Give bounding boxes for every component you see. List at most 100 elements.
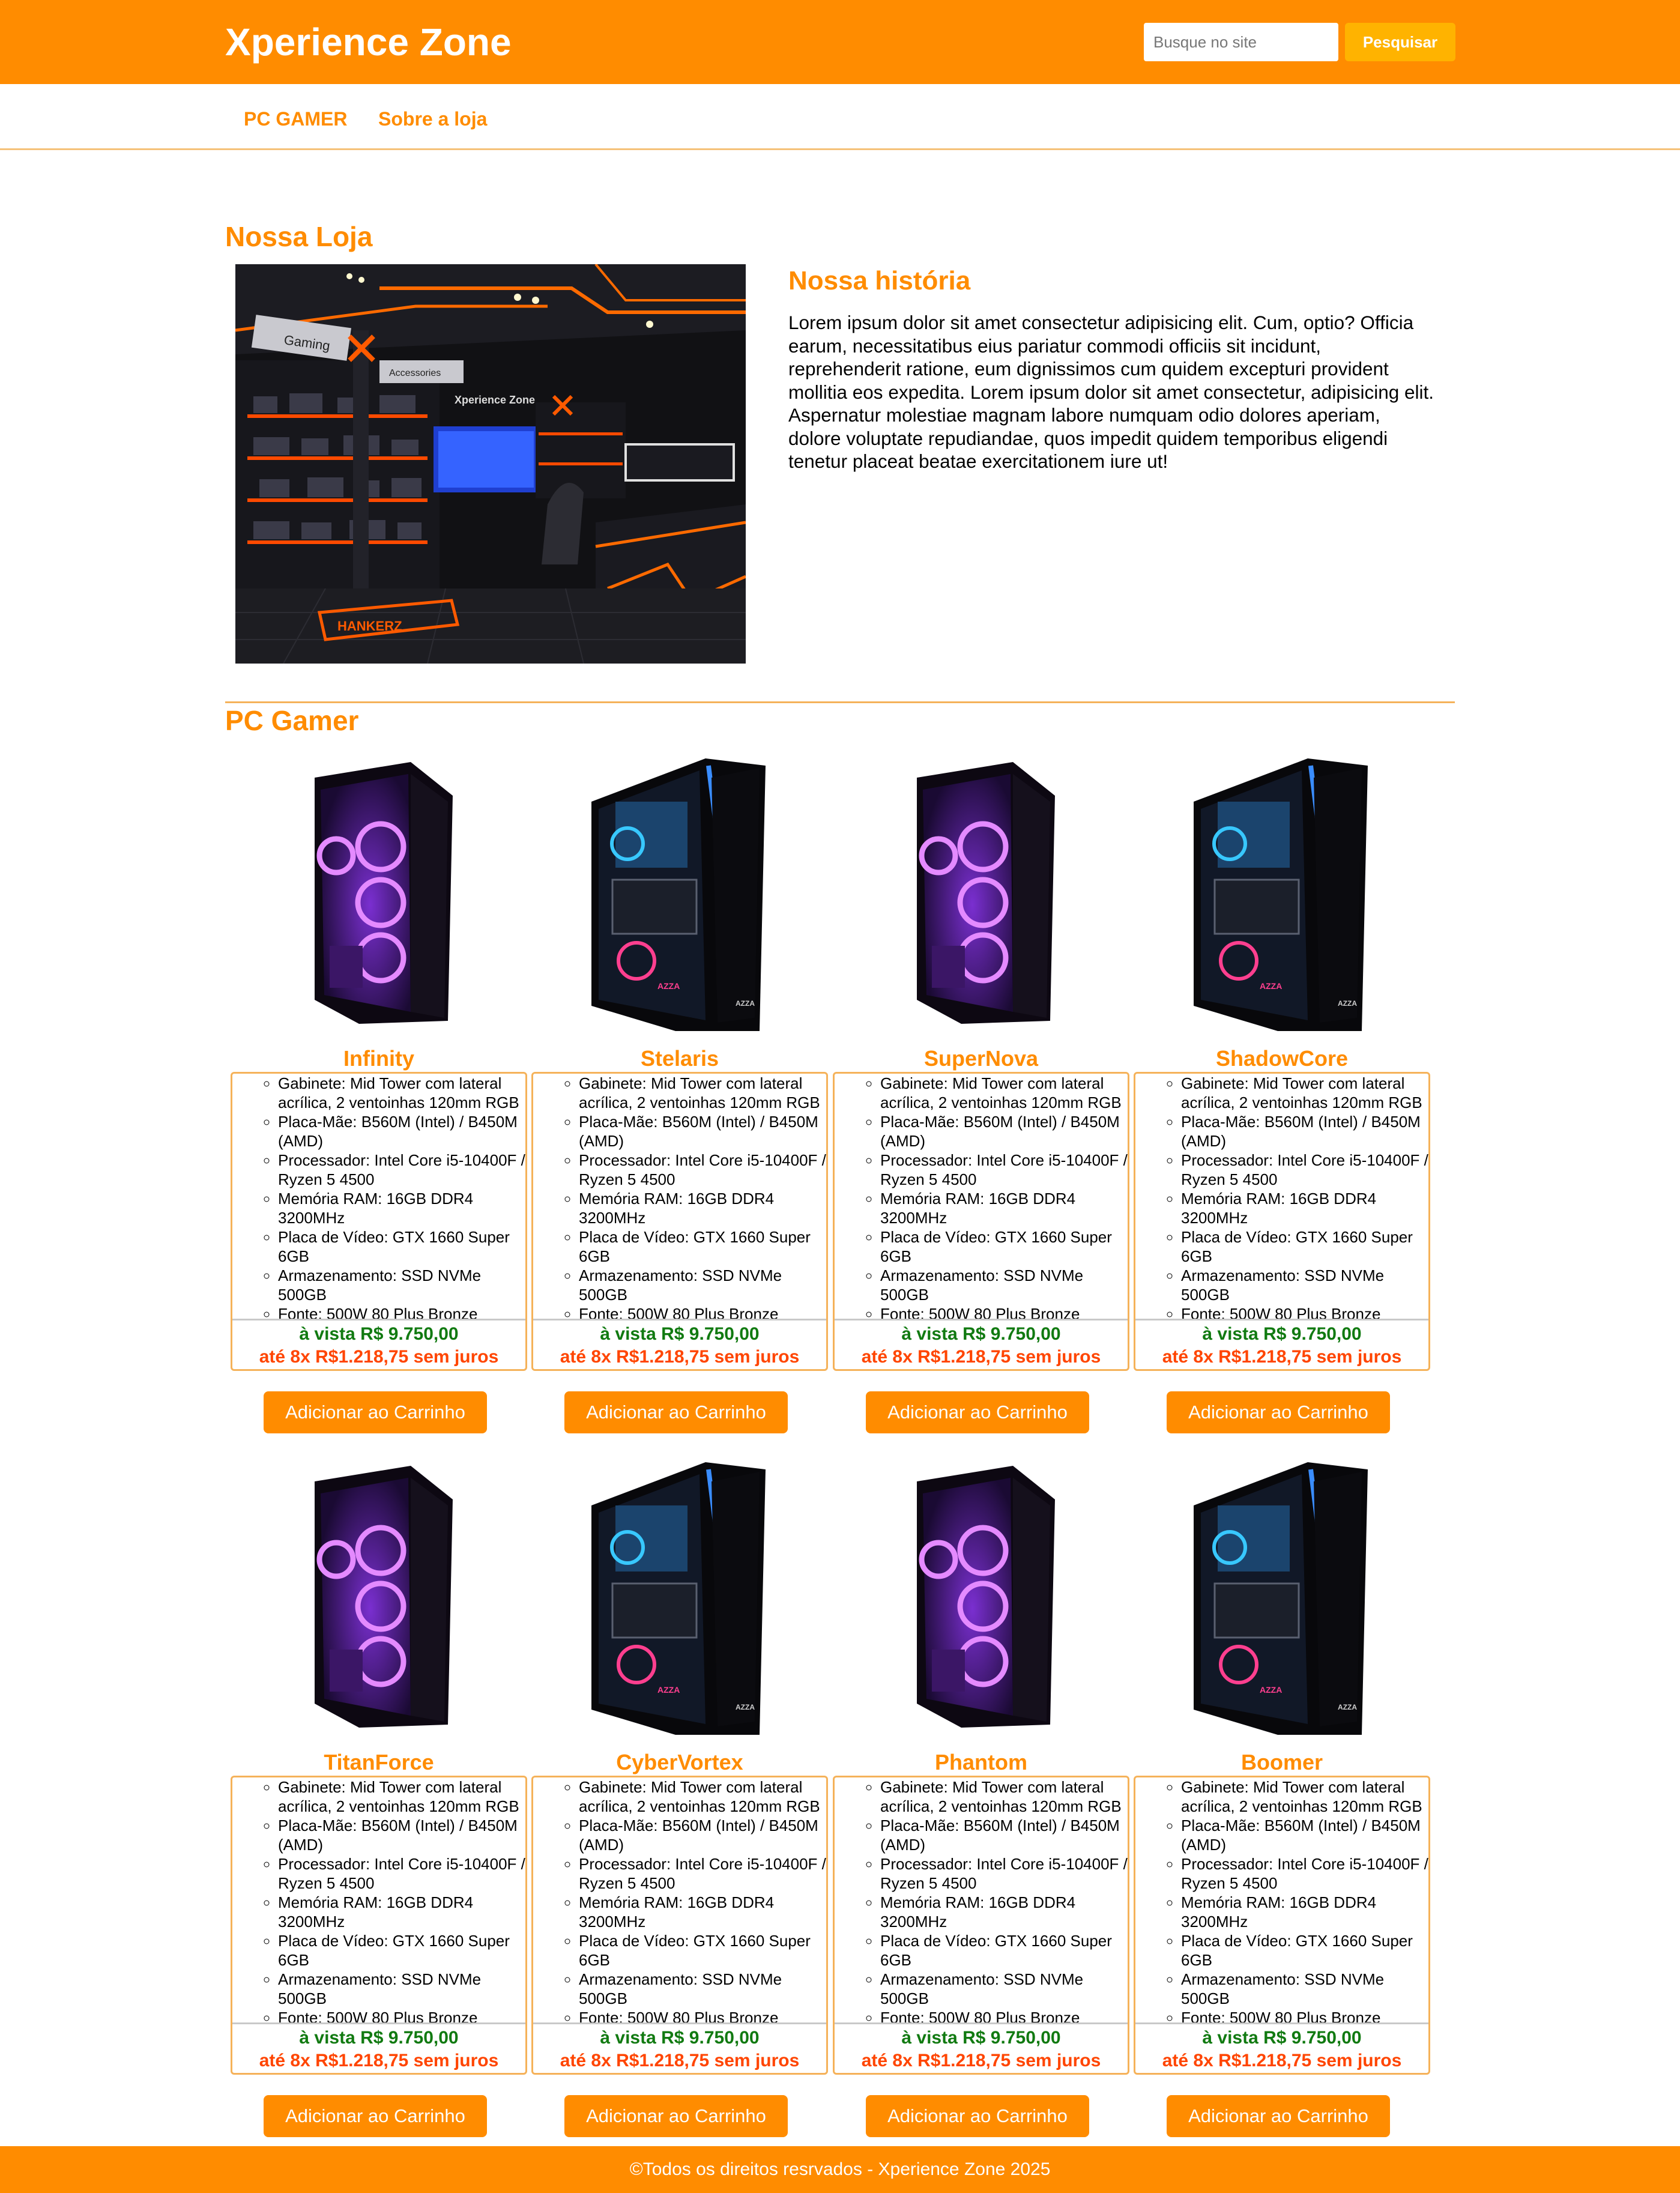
spec-box: Gabinete: Mid Tower com lateral acrílica… [231, 1072, 527, 1371]
site-logo[interactable]: Xperience Zone [225, 18, 512, 66]
product-name[interactable]: SuperNova [833, 1045, 1129, 1072]
search-button[interactable]: Pesquisar [1345, 23, 1455, 61]
product-name[interactable]: ShadowCore [1134, 1045, 1430, 1072]
product-name[interactable]: TitanForce [231, 1749, 527, 1776]
section-divider [225, 701, 1455, 703]
add-to-cart-button[interactable]: Adicionar ao Carrinho [866, 1391, 1089, 1433]
price-area: à vista R$ 9.750,00 até 8x R$1.218,75 sem… [232, 2022, 525, 2073]
product-card: TitanForceGabinete: Mid Tower com latera… [231, 1457, 527, 2142]
sign-wall: Xperience Zone [455, 394, 535, 406]
spec-item: Processador: Intel Core i5-10400F / Ryze… [278, 1151, 525, 1189]
add-to-cart-button[interactable]: Adicionar ao Carrinho [264, 2095, 487, 2137]
spec-item: Processador: Intel Core i5-10400F / Ryze… [1181, 1151, 1428, 1189]
spec-item: Placa de Vídeo: GTX 1660 Super 6GB [880, 1931, 1128, 1970]
product-name[interactable]: Boomer [1134, 1749, 1430, 1776]
spec-box: Gabinete: Mid Tower com lateral acrílica… [1134, 1776, 1430, 2075]
price-cash: à vista R$ 9.750,00 [1202, 2028, 1362, 2048]
case-badge: AZZA [736, 999, 755, 1008]
blue-pc-case-icon: AZZA AZZA [591, 758, 766, 1031]
product-name[interactable]: Phantom [833, 1749, 1129, 1776]
spec-item: Gabinete: Mid Tower com lateral acrílica… [1181, 1074, 1428, 1112]
price-cash: à vista R$ 9.750,00 [299, 2028, 459, 2048]
spec-item: Placa de Vídeo: GTX 1660 Super 6GB [579, 1931, 826, 1970]
case-badge: AZZA [657, 981, 680, 991]
spec-box: Gabinete: Mid Tower com lateral acrílica… [531, 1776, 828, 2075]
spec-item: Placa de Vídeo: GTX 1660 Super 6GB [880, 1227, 1128, 1266]
purple-pc-case-icon [917, 762, 1055, 1024]
spec-item: Armazenamento: SSD NVMe 500GB [278, 1970, 525, 2008]
spec-item: Processador: Intel Core i5-10400F / Ryze… [579, 1151, 826, 1189]
case-badge: AZZA [1260, 981, 1282, 991]
price-area: à vista R$ 9.750,00 até 8x R$1.218,75 sem… [1135, 1319, 1428, 1369]
spec-item: Gabinete: Mid Tower com lateral acrílica… [1181, 1777, 1428, 1816]
price-area: à vista R$ 9.750,00 até 8x R$1.218,75 sem… [232, 1319, 525, 1369]
price-installment: até 8x R$1.218,75 sem juros [861, 2051, 1101, 2070]
spec-list: Gabinete: Mid Tower com lateral acrílica… [835, 1777, 1128, 2022]
purple-pc-case-icon [315, 762, 453, 1024]
spec-item: Fonte: 500W 80 Plus Bronze [880, 1304, 1128, 1319]
product-name[interactable]: CyberVortex [531, 1749, 828, 1776]
nav-link-sobre-a-loja[interactable]: Sobre a loja [378, 107, 487, 131]
search-input[interactable] [1144, 23, 1338, 61]
case-badge: AZZA [1338, 999, 1357, 1008]
product-card: AZZA AZZA BoomerGabinete: Mid Tower com … [1134, 1457, 1430, 2142]
spec-item: Fonte: 500W 80 Plus Bronze [579, 1304, 826, 1319]
spec-item: Placa-Mãe: B560M (Intel) / B450M (AMD) [880, 1112, 1128, 1151]
add-to-cart-button[interactable]: Adicionar ao Carrinho [1167, 1391, 1390, 1433]
add-to-cart-button[interactable]: Adicionar ao Carrinho [264, 1391, 487, 1433]
top-header: Xperience Zone Pesquisar [0, 0, 1680, 84]
spec-box: Gabinete: Mid Tower com lateral acrílica… [531, 1072, 828, 1371]
spec-item: Gabinete: Mid Tower com lateral acrílica… [579, 1074, 826, 1112]
spec-list: Gabinete: Mid Tower com lateral acrílica… [232, 1777, 525, 2022]
price-cash: à vista R$ 9.750,00 [901, 1324, 1061, 1344]
spec-item: Placa de Vídeo: GTX 1660 Super 6GB [1181, 1931, 1428, 1970]
product-card: AZZA AZZA CyberVortexGabinete: Mid Tower… [531, 1457, 828, 2142]
price-area: à vista R$ 9.750,00 até 8x R$1.218,75 sem… [1135, 2022, 1428, 2073]
product-name[interactable]: Stelaris [531, 1045, 828, 1072]
price-installment: até 8x R$1.218,75 sem juros [861, 1347, 1101, 1367]
product-name[interactable]: Infinity [231, 1045, 527, 1072]
spec-item: Processador: Intel Core i5-10400F / Ryze… [579, 1854, 826, 1893]
spec-item: Memória RAM: 16GB DDR4 3200MHz [1181, 1893, 1428, 1931]
case-badge: AZZA [1338, 1703, 1357, 1711]
price-installment: até 8x R$1.218,75 sem juros [259, 2051, 499, 2070]
spec-item: Processador: Intel Core i5-10400F / Ryze… [278, 1854, 525, 1893]
spec-item: Gabinete: Mid Tower com lateral acrílica… [880, 1074, 1128, 1112]
add-to-cart-button[interactable]: Adicionar ao Carrinho [1167, 2095, 1390, 2137]
nav-link-pc-gamer[interactable]: PC GAMER [244, 107, 347, 131]
product-card: AZZA AZZA ShadowCoreGabinete: Mid Tower … [1134, 754, 1430, 1438]
price-installment: até 8x R$1.218,75 sem juros [560, 1347, 800, 1367]
spec-item: Gabinete: Mid Tower com lateral acrílica… [278, 1074, 525, 1112]
history-title: Nossa história [788, 266, 971, 295]
price-cash: à vista R$ 9.750,00 [1202, 1324, 1362, 1344]
price-installment: até 8x R$1.218,75 sem juros [259, 1347, 499, 1367]
spec-item: Placa-Mãe: B560M (Intel) / B450M (AMD) [579, 1112, 826, 1151]
spec-list: Gabinete: Mid Tower com lateral acrílica… [835, 1074, 1128, 1319]
spec-item: Processador: Intel Core i5-10400F / Ryze… [880, 1151, 1128, 1189]
price-cash: à vista R$ 9.750,00 [901, 2028, 1061, 2048]
product-card: SuperNovaGabinete: Mid Tower com lateral… [833, 754, 1129, 1438]
case-badge: AZZA [657, 1685, 680, 1695]
purple-pc-case-icon [315, 1466, 453, 1728]
spec-item: Armazenamento: SSD NVMe 500GB [1181, 1970, 1428, 2008]
spec-box: Gabinete: Mid Tower com lateral acrílica… [1134, 1072, 1430, 1371]
add-to-cart-button[interactable]: Adicionar ao Carrinho [564, 1391, 788, 1433]
add-to-cart-button[interactable]: Adicionar ao Carrinho [866, 2095, 1089, 2137]
spec-item: Placa-Mãe: B560M (Intel) / B450M (AMD) [1181, 1816, 1428, 1854]
footer-text: ©Todos os direitos resrvados - Xperience… [629, 2159, 1051, 2179]
sign-accessories: Accessories [389, 368, 441, 378]
blue-pc-case-icon: AZZA AZZA [591, 1462, 766, 1735]
spec-box: Gabinete: Mid Tower com lateral acrílica… [833, 1072, 1129, 1371]
spec-item: Processador: Intel Core i5-10400F / Ryze… [1181, 1854, 1428, 1893]
price-area: à vista R$ 9.750,00 até 8x R$1.218,75 sem… [533, 1319, 826, 1369]
spec-item: Placa-Mãe: B560M (Intel) / B450M (AMD) [579, 1816, 826, 1854]
spec-item: Fonte: 500W 80 Plus Bronze [278, 1304, 525, 1319]
store-section-title: Nossa Loja [225, 221, 373, 252]
spec-item: Armazenamento: SSD NVMe 500GB [880, 1970, 1128, 2008]
spec-item: Gabinete: Mid Tower com lateral acrílica… [278, 1777, 525, 1816]
main-nav: PC GAMER Sobre a loja [0, 84, 1680, 150]
product-card: AZZA AZZA StelarisGabinete: Mid Tower co… [531, 754, 828, 1438]
spec-item: Placa de Vídeo: GTX 1660 Super 6GB [278, 1931, 525, 1970]
add-to-cart-button[interactable]: Adicionar ao Carrinho [564, 2095, 788, 2137]
spec-item: Gabinete: Mid Tower com lateral acrílica… [880, 1777, 1128, 1816]
